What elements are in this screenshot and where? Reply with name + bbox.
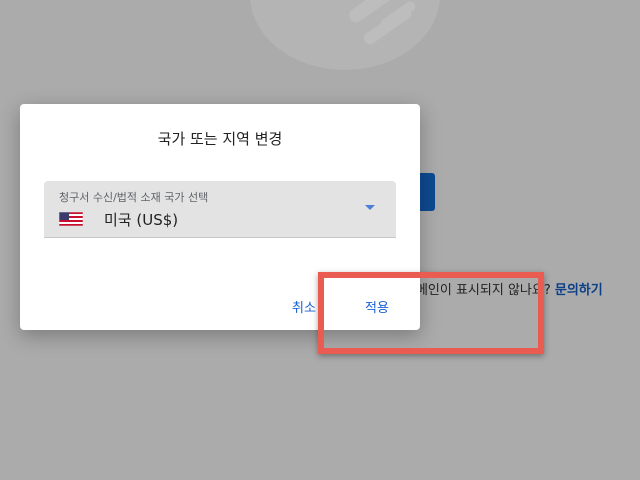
background-illustration [250,0,440,70]
contact-link[interactable]: 문의하기 [555,283,603,298]
us-flag-icon [59,212,83,226]
highlight-box [318,272,544,354]
country-select-label: 청구서 수신/법적 소재 국가 선택 [59,191,209,204]
country-select[interactable]: 청구서 수신/법적 소재 국가 선택 미국 (US$) [44,181,396,238]
dropdown-arrow-icon[interactable] [365,205,375,210]
dialog-title: 국가 또는 지역 변경 [157,130,283,148]
country-select-value: 미국 (US$) [104,211,179,229]
cancel-button[interactable]: 취소 [292,297,316,316]
